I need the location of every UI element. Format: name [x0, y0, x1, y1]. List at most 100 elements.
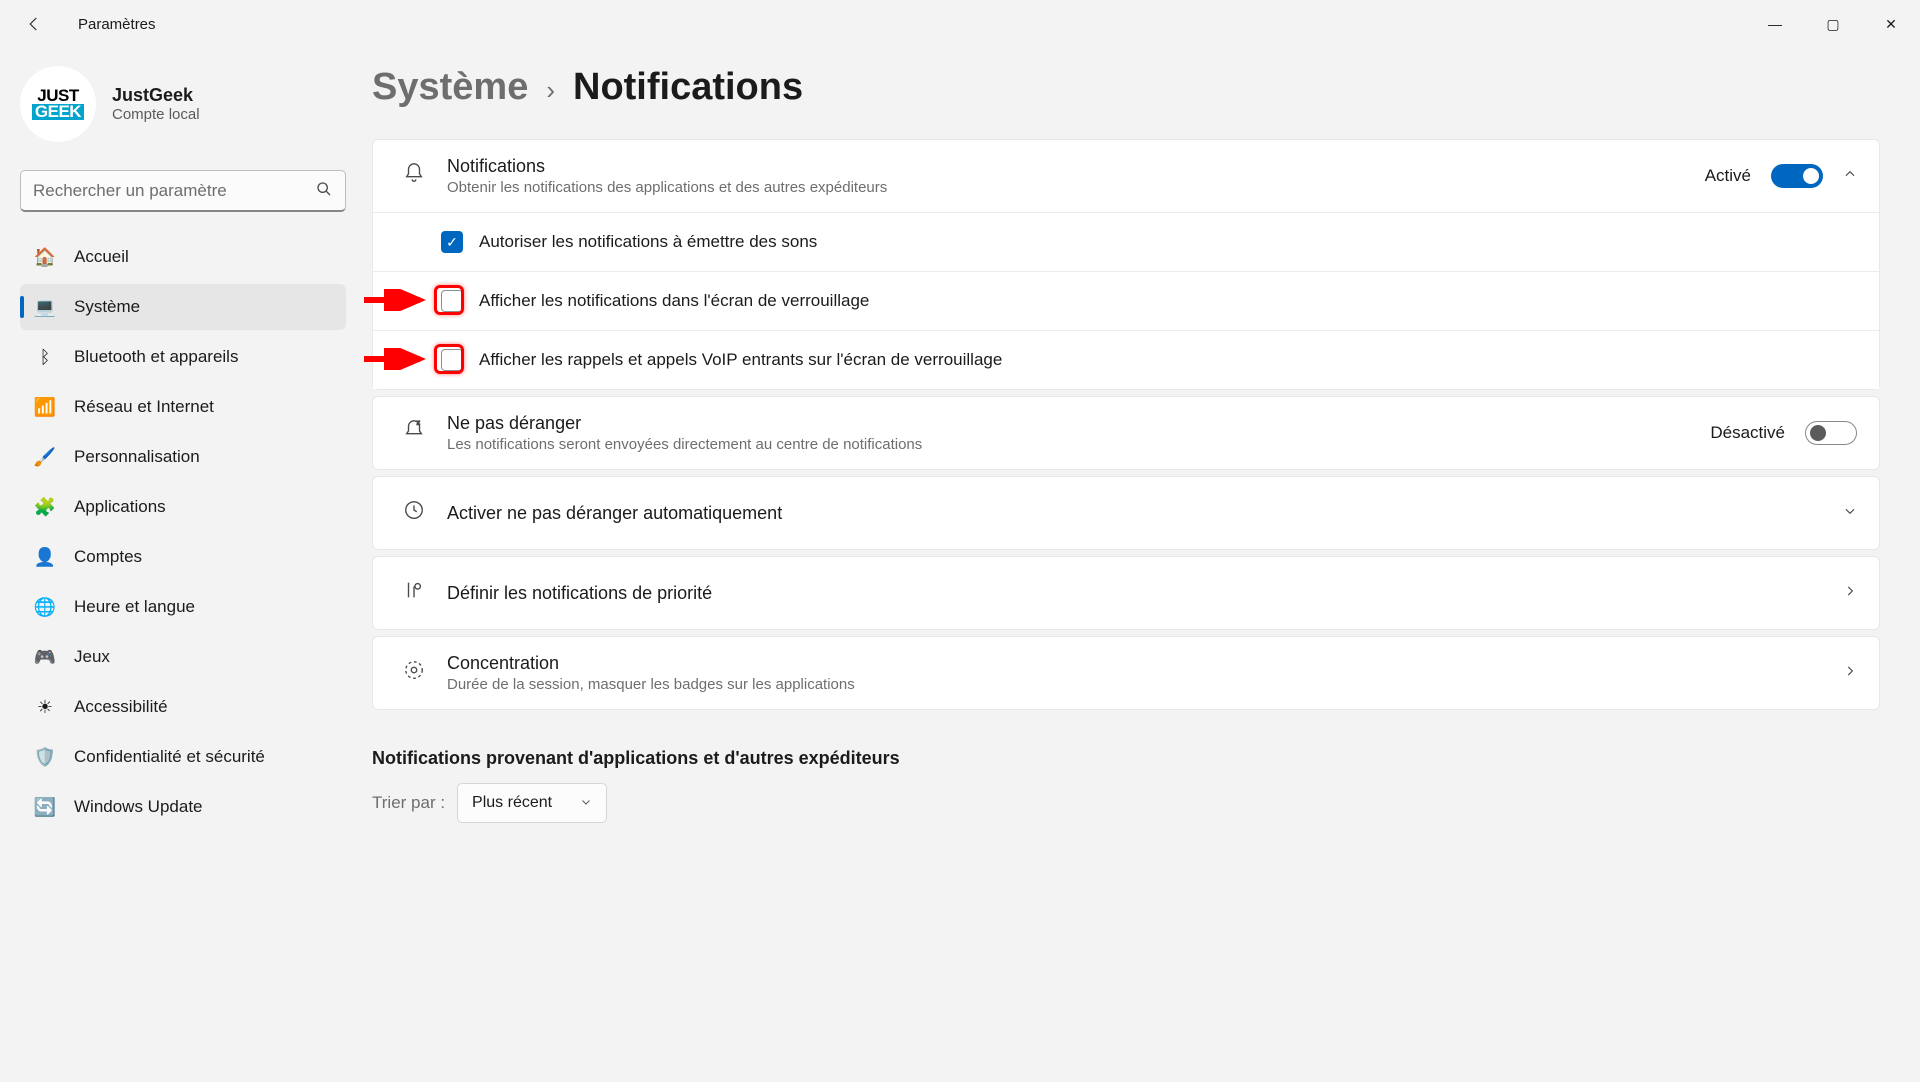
sidebar-item-accessibility-icon: ☀ — [34, 696, 56, 718]
dnd-toggle[interactable] — [1805, 421, 1857, 445]
priority-icon — [399, 579, 429, 607]
check-row-voip[interactable]: Afficher les rappels et appels VoIP entr… — [373, 330, 1879, 389]
sidebar-item-network[interactable]: 📶 Réseau et Internet — [20, 384, 346, 430]
svg-text:z: z — [417, 420, 420, 427]
nav-label: Système — [74, 297, 140, 317]
sidebar: JUST GEEK JustGeek Compte local 🏠 Accueil… — [0, 48, 358, 1082]
avatar: JUST GEEK — [20, 66, 96, 142]
sidebar-item-home-icon: 🏠 — [34, 246, 56, 268]
priority-card[interactable]: Définir les notifications de priorité — [372, 556, 1880, 630]
sidebar-item-apps-icon: 🧩 — [34, 496, 56, 518]
toggle-label: Activé — [1705, 166, 1751, 186]
check-label: Autoriser les notifications à émettre de… — [479, 232, 817, 252]
breadcrumb: Système › Notifications — [372, 66, 1880, 109]
card-title: Ne pas déranger — [447, 413, 1710, 434]
sidebar-item-gaming-icon: 🎮 — [34, 646, 56, 668]
close-button[interactable]: ✕ — [1862, 4, 1920, 44]
nav-label: Applications — [74, 497, 166, 517]
checkbox-voip[interactable] — [441, 349, 463, 371]
nav-label: Heure et langue — [74, 597, 195, 617]
sort-value: Plus récent — [472, 794, 552, 812]
chevron-right-icon: › — [546, 75, 555, 106]
bell-icon — [399, 162, 429, 190]
sidebar-item-bluetooth[interactable]: ᛒ Bluetooth et appareils — [20, 334, 346, 380]
sidebar-item-update[interactable]: 🔄 Windows Update — [20, 784, 346, 830]
check-row-sound[interactable]: ✓ Autoriser les notifications à émettre … — [373, 212, 1879, 271]
sidebar-item-gaming[interactable]: 🎮 Jeux — [20, 634, 346, 680]
app-title: Paramètres — [78, 16, 156, 33]
nav-label: Bluetooth et appareils — [74, 347, 238, 367]
back-button[interactable] — [18, 8, 50, 40]
sidebar-item-accounts[interactable]: 👤 Comptes — [20, 534, 346, 580]
checkbox-sound[interactable]: ✓ — [441, 231, 463, 253]
sidebar-item-system-icon: 💻 — [34, 296, 56, 318]
chevron-up-icon[interactable] — [1843, 167, 1857, 185]
chevron-right-icon — [1843, 664, 1857, 682]
sidebar-item-network-icon: 📶 — [34, 396, 56, 418]
nav-label: Comptes — [74, 547, 142, 567]
nav-label: Windows Update — [74, 797, 203, 817]
card-sub: Durée de la session, masquer les badges … — [447, 676, 1843, 693]
nav-label: Réseau et Internet — [74, 397, 214, 417]
sidebar-item-accessibility[interactable]: ☀ Accessibilité — [20, 684, 346, 730]
dnd-icon: z — [399, 419, 429, 447]
sidebar-item-time-language[interactable]: 🌐 Heure et langue — [20, 584, 346, 630]
card-title: Définir les notifications de priorité — [447, 583, 1843, 604]
clock-icon — [399, 499, 429, 527]
chevron-down-icon — [1843, 504, 1857, 522]
sidebar-item-privacy[interactable]: 🛡️ Confidentialité et sécurité — [20, 734, 346, 780]
card-sub: Les notifications seront envoyées direct… — [447, 436, 1710, 453]
search-box[interactable] — [20, 170, 346, 212]
nav-label: Personnalisation — [74, 447, 200, 467]
sidebar-item-home[interactable]: 🏠 Accueil — [20, 234, 346, 280]
check-row-lockscreen[interactable]: Afficher les notifications dans l'écran … — [373, 271, 1879, 330]
focus-card[interactable]: Concentration Durée de la session, masqu… — [372, 636, 1880, 710]
titlebar: Paramètres — ▢ ✕ — [0, 0, 1920, 48]
notifications-toggle[interactable] — [1771, 164, 1823, 188]
card-title: Notifications — [447, 156, 1705, 177]
sidebar-item-bluetooth-icon: ᛒ — [34, 346, 56, 368]
profile-name: JustGeek — [112, 85, 200, 106]
sidebar-item-apps[interactable]: 🧩 Applications — [20, 484, 346, 530]
toggle-label: Désactivé — [1710, 423, 1785, 443]
sidebar-item-time-language-icon: 🌐 — [34, 596, 56, 618]
minimize-button[interactable]: — — [1746, 4, 1804, 44]
notifications-group: Notifications Obtenir les notifications … — [372, 139, 1880, 390]
nav-label: Accueil — [74, 247, 129, 267]
card-title: Concentration — [447, 653, 1843, 674]
sidebar-item-privacy-icon: 🛡️ — [34, 746, 56, 768]
profile[interactable]: JUST GEEK JustGeek Compte local — [20, 66, 346, 142]
sidebar-item-personalization[interactable]: 🖌️ Personnalisation — [20, 434, 346, 480]
sidebar-item-accounts-icon: 👤 — [34, 546, 56, 568]
sort-dropdown[interactable]: Plus récent — [457, 783, 607, 823]
search-input[interactable] — [20, 170, 346, 212]
auto-dnd-card[interactable]: Activer ne pas déranger automatiquement — [372, 476, 1880, 550]
breadcrumb-current: Notifications — [573, 66, 803, 109]
sort-row: Trier par : Plus récent — [372, 783, 1880, 823]
window-controls: — ▢ ✕ — [1746, 4, 1920, 44]
breadcrumb-parent[interactable]: Système — [372, 66, 528, 109]
dnd-card[interactable]: z Ne pas déranger Les notifications sero… — [372, 396, 1880, 470]
notifications-card[interactable]: Notifications Obtenir les notifications … — [373, 140, 1879, 212]
focus-icon — [399, 659, 429, 687]
card-sub: Obtenir les notifications des applicatio… — [447, 179, 1705, 196]
sidebar-item-update-icon: 🔄 — [34, 796, 56, 818]
check-label: Afficher les notifications dans l'écran … — [479, 291, 869, 311]
nav-label: Accessibilité — [74, 697, 168, 717]
sidebar-item-personalization-icon: 🖌️ — [34, 446, 56, 468]
maximize-button[interactable]: ▢ — [1804, 4, 1862, 44]
nav-label: Jeux — [74, 647, 110, 667]
main: Système › Notifications Notifications Ob… — [358, 48, 1920, 1082]
profile-sub: Compte local — [112, 106, 200, 123]
search-icon — [316, 181, 332, 201]
nav: 🏠 Accueil 💻 Système ᛒ Bluetooth et appareils 📶… — [20, 234, 346, 830]
sidebar-item-system[interactable]: 💻 Système — [20, 284, 346, 330]
check-label: Afficher les rappels et appels VoIP entr… — [479, 350, 1002, 370]
card-title: Activer ne pas déranger automatiquement — [447, 503, 1843, 524]
sort-label: Trier par : — [372, 793, 445, 813]
checkbox-lockscreen[interactable] — [441, 290, 463, 312]
chevron-right-icon — [1843, 584, 1857, 602]
apps-section-heading: Notifications provenant d'applications e… — [372, 748, 1880, 769]
nav-label: Confidentialité et sécurité — [74, 747, 265, 767]
chevron-down-icon — [580, 796, 592, 811]
